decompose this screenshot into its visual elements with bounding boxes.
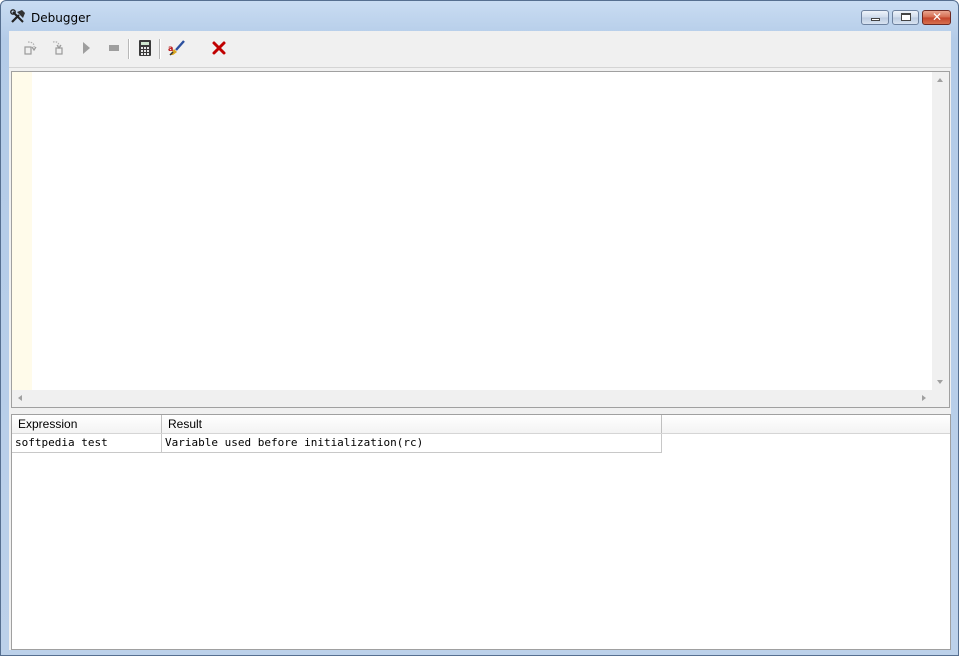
scroll-up-icon[interactable] [937,78,943,82]
scroll-corner [932,390,949,407]
minimize-button[interactable] [861,10,889,25]
step-into-icon [24,41,37,55]
title-bar[interactable]: Debugger ✕ [1,1,958,31]
close-debugger-button[interactable] [208,37,230,59]
watch-list[interactable]: Expression Result softpedia test Variabl… [11,414,951,650]
stop-button[interactable] [103,37,125,59]
red-x-icon [212,41,226,55]
edit-brush-icon: a [168,40,185,56]
step-into-button[interactable] [19,37,41,59]
close-window-button[interactable]: ✕ [922,10,951,25]
scroll-right-icon[interactable] [922,395,926,401]
toolbar-separator [128,39,130,59]
debugger-window: Debugger ✕ a Expression Result softpedia… [0,0,959,656]
stop-icon [109,45,119,51]
calculator-icon [139,40,151,56]
expression-cell[interactable]: softpedia test [12,434,162,452]
calculator-button[interactable] [134,37,156,59]
maximize-button[interactable] [892,10,919,25]
table-row[interactable]: softpedia test Variable used before init… [12,434,662,453]
debugger-tools-icon [10,9,25,23]
horizontal-scrollbar[interactable] [12,390,932,407]
toolbar: a [9,31,951,68]
toolbar-separator [159,39,161,59]
client-area: a Expression Result softpedia test Varia… [9,31,951,650]
run-button[interactable] [75,37,97,59]
scroll-left-icon[interactable] [18,395,22,401]
column-header-expression[interactable]: Expression [12,415,162,433]
close-icon: ✕ [932,10,943,24]
editor-gutter [12,72,32,390]
watch-header: Expression Result [12,415,950,434]
play-icon [83,42,90,54]
vertical-scrollbar[interactable] [932,72,949,390]
scroll-down-icon[interactable] [937,380,943,384]
window-title: Debugger [31,11,91,25]
step-over-icon [52,41,63,55]
edit-watch-button[interactable]: a [166,37,188,59]
svg-text:a: a [168,44,173,53]
code-editor[interactable] [11,71,950,408]
result-cell: Variable used before initialization(rc) [162,434,662,452]
step-over-button[interactable] [47,37,69,59]
column-header-result[interactable]: Result [162,415,662,433]
